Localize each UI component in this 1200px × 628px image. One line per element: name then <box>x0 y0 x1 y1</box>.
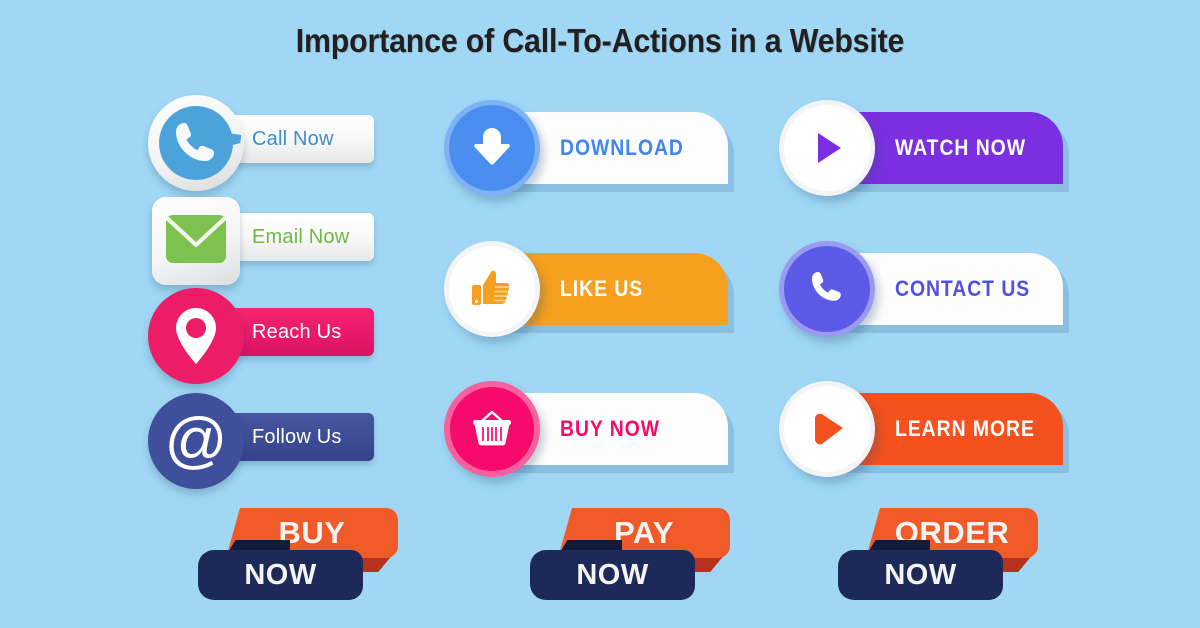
cta-download[interactable]: DOWNLOAD <box>444 100 744 200</box>
cta-email-now[interactable]: Email Now <box>148 193 388 293</box>
shopping-basket-icon <box>473 410 511 446</box>
cta-reach-us-knob[interactable] <box>148 288 244 384</box>
cta-follow-us[interactable]: Follow Us @ <box>148 393 388 493</box>
ribbon-pay-now[interactable]: PAY NOW <box>522 500 752 610</box>
envelope-icon <box>166 215 226 263</box>
cta-email-now-label: Email Now <box>252 225 350 248</box>
cta-email-now-knob[interactable] <box>148 193 244 289</box>
ribbon-bottom-banner[interactable]: NOW <box>530 550 695 600</box>
cta-buy-now-circle[interactable] <box>444 381 540 477</box>
cta-reach-us-label: Reach Us <box>252 320 342 343</box>
cta-like-us-circle[interactable] <box>444 241 540 337</box>
ribbon-bottom-label: NOW <box>884 558 957 591</box>
cta-follow-us-label: Follow Us <box>252 425 342 448</box>
cta-learn-more-label: LEARN MORE <box>895 416 1035 441</box>
ribbon-bottom-label: NOW <box>244 558 317 591</box>
cta-call-now[interactable]: Call Now <box>148 95 388 195</box>
cta-watch-now[interactable]: WATCH NOW <box>779 100 1079 200</box>
map-pin-icon <box>176 308 216 364</box>
phone-icon <box>176 123 214 161</box>
svg-text:@: @ <box>165 406 228 475</box>
ribbon-order-now[interactable]: ORDER NOW <box>830 500 1060 610</box>
ribbon-bottom-banner[interactable]: NOW <box>838 550 1003 600</box>
cta-contact-us-circle[interactable] <box>779 241 875 337</box>
cta-call-now-knob[interactable] <box>148 95 244 191</box>
thumbs-up-icon <box>472 270 510 305</box>
play-triangle-icon <box>818 133 841 163</box>
cta-contact-us[interactable]: CONTACT US <box>779 241 1079 341</box>
ribbon-bottom-label: NOW <box>576 558 649 591</box>
cta-reach-us[interactable]: Reach Us <box>148 288 388 388</box>
cta-call-now-label: Call Now <box>252 127 334 150</box>
download-arrow-icon <box>474 128 510 165</box>
cta-buy-now-label: BUY NOW <box>560 416 661 441</box>
cta-watch-now-circle[interactable] <box>779 100 875 196</box>
cta-follow-us-knob[interactable]: @ <box>148 393 244 489</box>
cta-contact-us-label: CONTACT US <box>895 276 1031 301</box>
ribbon-top-label: PAY <box>613 515 675 550</box>
cta-watch-now-label: WATCH NOW <box>895 135 1026 160</box>
cta-buy-now[interactable]: BUY NOW <box>444 381 744 481</box>
cta-learn-more[interactable]: LEARN MORE <box>779 381 1079 481</box>
ribbon-buy-now[interactable]: BUY NOW <box>190 500 420 610</box>
at-sign-icon: @ <box>165 406 228 475</box>
cta-like-us-label: LIKE US <box>560 276 644 301</box>
phone-icon <box>812 272 841 301</box>
cta-download-label: DOWNLOAD <box>560 135 684 160</box>
cta-learn-more-circle[interactable] <box>779 381 875 477</box>
ribbon-bottom-banner[interactable]: NOW <box>198 550 363 600</box>
arrow-right-icon <box>815 413 843 445</box>
cta-like-us[interactable]: LIKE US <box>444 241 744 341</box>
page-title: Importance of Call-To-Actions in a Websi… <box>295 22 905 59</box>
cta-download-circle[interactable] <box>444 100 540 196</box>
poster-canvas: Importance of Call-To-Actions in a Websi… <box>0 0 1200 628</box>
